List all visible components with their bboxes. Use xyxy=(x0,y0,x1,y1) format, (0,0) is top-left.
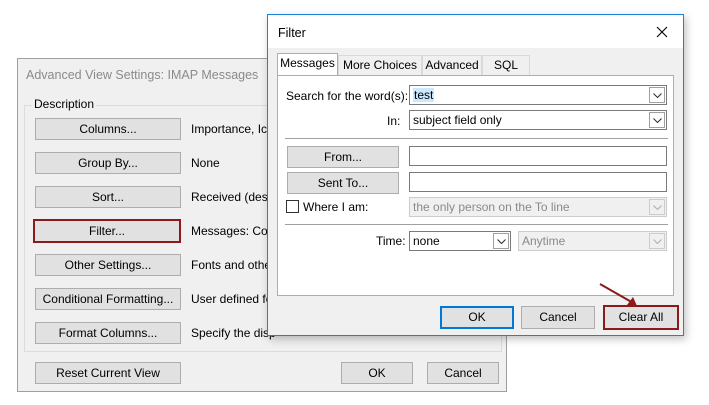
group-by-description: None xyxy=(191,156,220,170)
columns-description: Importance, Ico xyxy=(191,122,274,136)
time-value: none xyxy=(413,234,440,248)
chevron-down-icon[interactable] xyxy=(649,87,665,103)
sort-button[interactable]: Sort... xyxy=(35,186,181,208)
where-i-am-checkbox[interactable] xyxy=(286,200,299,213)
in-label: In: xyxy=(387,114,401,128)
search-words-combo[interactable]: test xyxy=(409,85,667,105)
chevron-down-icon[interactable] xyxy=(649,112,665,128)
conditional-formatting-button[interactable]: Conditional Formatting... xyxy=(35,288,181,310)
close-icon[interactable] xyxy=(654,24,670,40)
tab-more-choices[interactable]: More Choices xyxy=(338,55,422,75)
filter-cancel-button[interactable]: Cancel xyxy=(521,306,595,329)
format-columns-description: Specify the disp xyxy=(191,326,276,340)
conditional-formatting-description: User defined fo xyxy=(191,292,273,306)
filter-tab-strip: Messages More Choices Advanced SQL xyxy=(277,53,677,77)
other-settings-button[interactable]: Other Settings... xyxy=(35,254,181,276)
search-words-label: Search for the word(s): xyxy=(286,89,409,103)
adv-cancel-button[interactable]: Cancel xyxy=(427,362,499,384)
filter-button[interactable]: Filter... xyxy=(33,219,181,243)
from-field[interactable] xyxy=(409,146,667,166)
adv-ok-button[interactable]: OK xyxy=(341,362,413,384)
where-i-am-label: Where I am: xyxy=(303,200,369,214)
messages-tab-panel: Search for the word(s): test In: subject… xyxy=(277,75,674,296)
time-combo[interactable]: none xyxy=(409,231,511,251)
tab-messages[interactable]: Messages xyxy=(277,53,338,75)
arrow-annotation-icon xyxy=(599,283,637,306)
time-range-combo[interactable]: Anytime xyxy=(518,231,667,251)
reset-current-view-button[interactable]: Reset Current View xyxy=(35,362,181,384)
other-settings-description: Fonts and othe xyxy=(191,258,272,272)
description-group-label: Description xyxy=(32,97,97,111)
chevron-down-icon[interactable] xyxy=(493,233,509,249)
where-i-am-combo[interactable]: the only person on the To line xyxy=(409,197,667,217)
chevron-down-icon xyxy=(649,233,665,249)
tab-sql[interactable]: SQL xyxy=(482,55,530,75)
search-words-value: test xyxy=(413,88,435,102)
format-columns-button[interactable]: Format Columns... xyxy=(35,322,181,344)
where-i-am-value: the only person on the To line xyxy=(413,200,570,214)
in-value: subject field only xyxy=(413,113,502,127)
from-button[interactable]: From... xyxy=(287,146,399,168)
filter-ok-button[interactable]: OK xyxy=(440,306,514,329)
filter-dialog-title: Filter xyxy=(278,26,306,40)
sent-to-field[interactable] xyxy=(409,172,667,192)
in-combo[interactable]: subject field only xyxy=(409,110,667,130)
separator-2 xyxy=(285,224,668,225)
group-by-button[interactable]: Group By... xyxy=(35,152,181,174)
separator-1 xyxy=(285,138,668,139)
time-label: Time: xyxy=(376,234,406,248)
sent-to-button[interactable]: Sent To... xyxy=(287,172,399,194)
dialog-title: Advanced View Settings: IMAP Messages xyxy=(26,68,259,82)
chevron-down-icon xyxy=(649,199,665,215)
filter-description: Messages: Con xyxy=(191,224,275,238)
time-range-value: Anytime xyxy=(522,234,566,248)
filter-title-bar: Filter xyxy=(268,15,683,48)
columns-button[interactable]: Columns... xyxy=(35,118,181,140)
tab-advanced[interactable]: Advanced xyxy=(422,55,482,75)
